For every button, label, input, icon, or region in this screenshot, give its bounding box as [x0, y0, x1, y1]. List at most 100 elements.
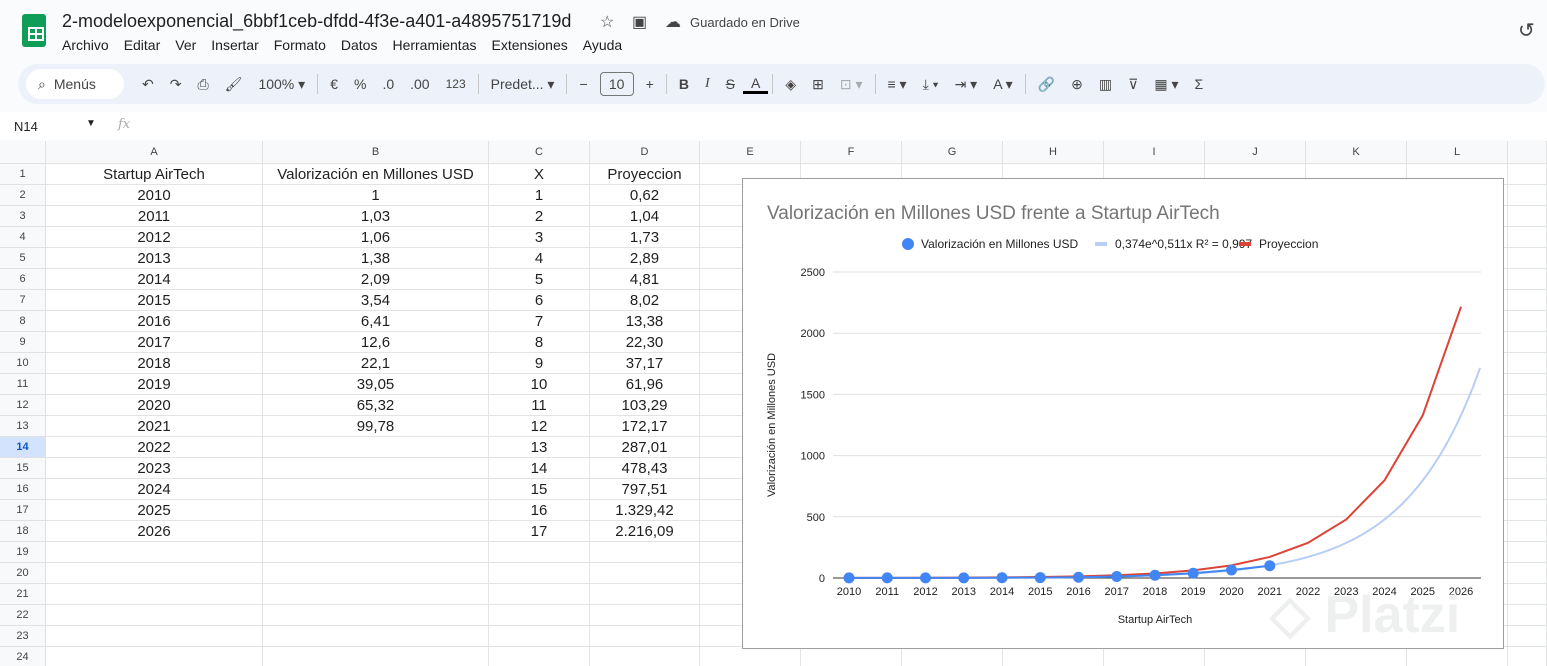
- cell[interactable]: 8,02: [590, 290, 700, 311]
- cell[interactable]: [263, 479, 489, 500]
- cell[interactable]: [46, 542, 263, 563]
- cell[interactable]: [489, 626, 590, 647]
- cell[interactable]: [1508, 332, 1547, 353]
- cell[interactable]: [700, 647, 801, 666]
- cell[interactable]: [1003, 647, 1104, 666]
- cell[interactable]: 9: [489, 353, 590, 374]
- cell[interactable]: 1: [263, 185, 489, 206]
- cell[interactable]: [1508, 479, 1547, 500]
- menu-insertar[interactable]: Insertar: [211, 37, 258, 53]
- chevron-down-icon[interactable]: ▼: [86, 118, 96, 129]
- column-header-G[interactable]: G: [902, 141, 1003, 164]
- column-header-E[interactable]: E: [700, 141, 801, 164]
- cell[interactable]: [263, 437, 489, 458]
- row-header[interactable]: 4: [0, 227, 46, 248]
- cell[interactable]: 2020: [46, 395, 263, 416]
- menu-ayuda[interactable]: Ayuda: [583, 37, 622, 53]
- column-header-K[interactable]: K: [1306, 141, 1407, 164]
- cell[interactable]: [1508, 542, 1547, 563]
- cell[interactable]: [1508, 311, 1547, 332]
- cell[interactable]: 2023: [46, 458, 263, 479]
- bold-button[interactable]: B: [671, 76, 697, 92]
- column-header-C[interactable]: C: [489, 141, 590, 164]
- cell[interactable]: 65,32: [263, 395, 489, 416]
- row-header[interactable]: 10: [0, 353, 46, 374]
- column-header-F[interactable]: F: [801, 141, 902, 164]
- cell[interactable]: [46, 563, 263, 584]
- text-color-icon[interactable]: A: [742, 75, 769, 94]
- cell[interactable]: [263, 584, 489, 605]
- number-format-button[interactable]: 123: [438, 77, 474, 91]
- row-header[interactable]: 16: [0, 479, 46, 500]
- cell[interactable]: 5: [489, 269, 590, 290]
- column-header-D[interactable]: D: [590, 141, 700, 164]
- cell[interactable]: 22,30: [590, 332, 700, 353]
- cell[interactable]: 2014: [46, 269, 263, 290]
- chart[interactable]: Valorización en Millones USD frente a St…: [742, 178, 1504, 649]
- cell[interactable]: [1508, 458, 1547, 479]
- horizontal-align-icon[interactable]: ≡ ▾: [880, 76, 915, 93]
- cell[interactable]: [1508, 227, 1547, 248]
- column-header-I[interactable]: I: [1104, 141, 1205, 164]
- row-header[interactable]: 20: [0, 563, 46, 584]
- menu-editar[interactable]: Editar: [124, 37, 161, 53]
- cell[interactable]: 0,62: [590, 185, 700, 206]
- row-header[interactable]: 15: [0, 458, 46, 479]
- cell[interactable]: [263, 605, 489, 626]
- cell[interactable]: [590, 647, 700, 666]
- cell[interactable]: [902, 647, 1003, 666]
- filter-views-icon[interactable]: ▦ ▾: [1146, 76, 1186, 93]
- cell[interactable]: 2018: [46, 353, 263, 374]
- cell[interactable]: 61,96: [590, 374, 700, 395]
- fill-color-icon[interactable]: ◈: [777, 76, 804, 93]
- row-header[interactable]: 6: [0, 269, 46, 290]
- functions-button[interactable]: Σ: [1187, 76, 1212, 92]
- cell[interactable]: 3,54: [263, 290, 489, 311]
- cell[interactable]: 2011: [46, 206, 263, 227]
- row-header[interactable]: 17: [0, 500, 46, 521]
- cell[interactable]: 12,6: [263, 332, 489, 353]
- zoom-select[interactable]: 100% ▾: [250, 76, 313, 93]
- cell[interactable]: 13,38: [590, 311, 700, 332]
- cell[interactable]: [1508, 206, 1547, 227]
- cell[interactable]: [1104, 647, 1205, 666]
- cell[interactable]: [489, 542, 590, 563]
- cell[interactable]: [1508, 374, 1547, 395]
- currency-button[interactable]: €: [322, 76, 346, 92]
- row-header[interactable]: 13: [0, 416, 46, 437]
- cell[interactable]: [1306, 647, 1407, 666]
- cell[interactable]: 1.329,42: [590, 500, 700, 521]
- cell[interactable]: 2016: [46, 311, 263, 332]
- row-header[interactable]: 22: [0, 605, 46, 626]
- name-box[interactable]: N14: [14, 119, 38, 134]
- paint-format-icon[interactable]: 🖌: [217, 76, 251, 93]
- cell[interactable]: [1508, 353, 1547, 374]
- decrease-decimal-button[interactable]: .0: [374, 76, 402, 92]
- cell[interactable]: 2022: [46, 437, 263, 458]
- row-header[interactable]: 7: [0, 290, 46, 311]
- filter-icon[interactable]: ⊽: [1120, 76, 1146, 93]
- strikethrough-icon[interactable]: S: [718, 76, 743, 92]
- menu-formato[interactable]: Formato: [274, 37, 326, 53]
- cell[interactable]: 1,03: [263, 206, 489, 227]
- cell[interactable]: [1508, 437, 1547, 458]
- row-header[interactable]: 23: [0, 626, 46, 647]
- cell[interactable]: 8: [489, 332, 590, 353]
- cell[interactable]: [1205, 647, 1306, 666]
- cell[interactable]: 2: [489, 206, 590, 227]
- cell[interactable]: 11: [489, 395, 590, 416]
- cell[interactable]: 287,01: [590, 437, 700, 458]
- menu-herramientas[interactable]: Herramientas: [392, 37, 476, 53]
- cell[interactable]: 1,04: [590, 206, 700, 227]
- increase-decimal-button[interactable]: .00: [402, 76, 437, 92]
- cell[interactable]: [263, 647, 489, 666]
- cell[interactable]: 22,1: [263, 353, 489, 374]
- cell[interactable]: [1508, 395, 1547, 416]
- document-title[interactable]: 2-modeloexponencial_6bbf1ceb-dfdd-4f3e-a…: [62, 11, 571, 32]
- row-header[interactable]: 21: [0, 584, 46, 605]
- decrease-font-size-button[interactable]: −: [571, 76, 595, 92]
- column-header-J[interactable]: J: [1205, 141, 1306, 164]
- cell[interactable]: [263, 542, 489, 563]
- cell[interactable]: 3: [489, 227, 590, 248]
- cell[interactable]: 2026: [46, 521, 263, 542]
